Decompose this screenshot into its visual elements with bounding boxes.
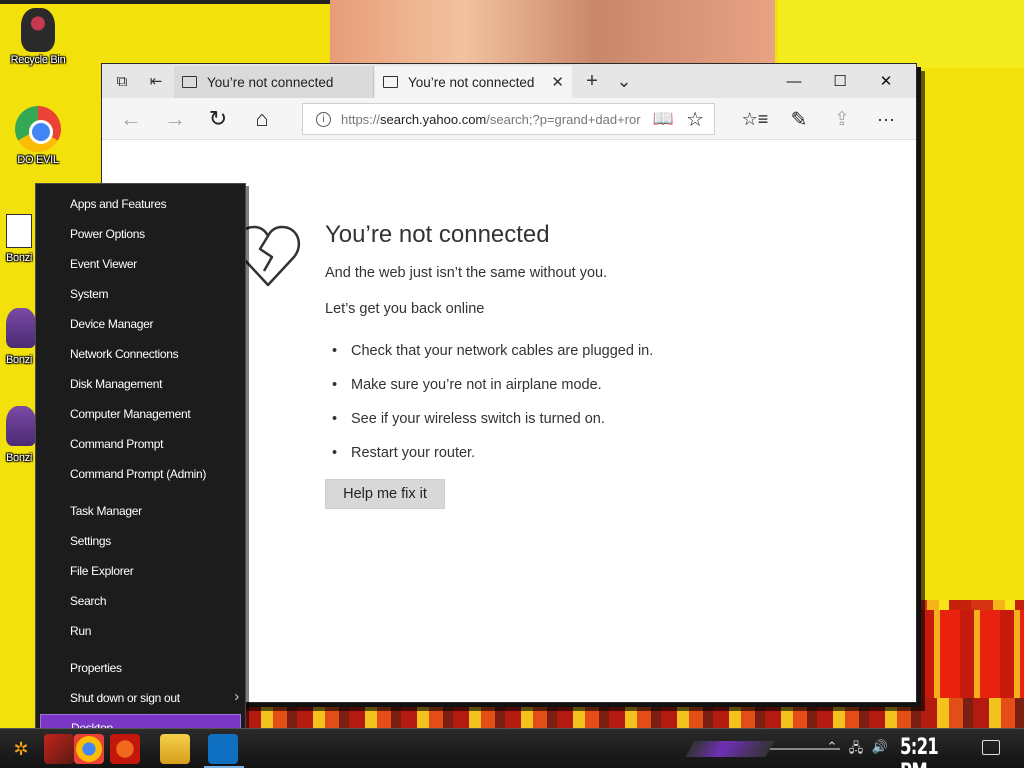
site-info-icon[interactable]: i <box>316 111 331 127</box>
menu-item-search[interactable]: Search <box>36 587 245 615</box>
taskbar-clock[interactable]: 5:21 PM <box>900 735 953 768</box>
menu-item-command-prompt[interactable]: Command Prompt <box>36 430 245 458</box>
network-disconnected-icon[interactable]: 🖧 <box>846 739 866 759</box>
page-icon <box>182 76 197 88</box>
wallpaper-panel <box>778 0 1024 68</box>
wallpaper-strip <box>0 0 330 4</box>
menu-item-device-manager[interactable]: Device Manager <box>36 310 245 338</box>
desktop-icon-bonzi-3[interactable]: Bonzi <box>0 406 36 464</box>
close-window-button[interactable]: ✕ <box>863 64 909 98</box>
menu-item-network-connections[interactable]: Network Connections <box>36 340 245 368</box>
menu-item-disk-management[interactable]: Disk Management <box>36 370 245 398</box>
desktop-icon-label: DO EVIL <box>17 154 59 166</box>
troubleshooting-list: Check that your network cables are plugg… <box>332 341 653 477</box>
menu-item-apps-and-features[interactable]: Apps and Features <box>36 190 245 218</box>
show-hidden-icons-chevron-icon[interactable]: ⌃ <box>822 739 842 759</box>
menu-item-task-manager[interactable]: Task Manager <box>36 497 245 525</box>
tab-bar: ⧉ ⇤ You’re not connected You’re not conn… <box>102 64 916 98</box>
address-bar[interactable]: i https:// search.yahoo.com /search;?p=g… <box>302 103 715 135</box>
tab-not-connected-2[interactable]: You’re not connected ✕ <box>375 66 572 98</box>
taskbar-decoration <box>685 741 775 757</box>
winx-power-menu: Apps and Features Power Options Event Vi… <box>35 183 246 743</box>
menu-item-run[interactable]: Run <box>36 617 245 645</box>
help-me-fix-it-button[interactable]: Help me fix it <box>325 479 445 509</box>
list-item: Restart your router. <box>332 443 653 477</box>
recycle-bin-icon <box>21 8 55 52</box>
url-host: search.yahoo.com <box>380 111 487 127</box>
action-center-icon[interactable] <box>982 740 1000 755</box>
tab-close-icon[interactable]: ✕ <box>551 73 564 91</box>
list-item: Make sure you’re not in airplane mode. <box>332 375 653 409</box>
desktop-icon-label: Bonzi <box>6 252 33 264</box>
menu-item-power-options[interactable]: Power Options <box>36 220 245 248</box>
tab-label: You’re not connected <box>207 74 334 90</box>
menu-item-shut-down[interactable]: Shut down or sign out › <box>36 684 245 712</box>
minimize-button[interactable]: — <box>771 64 817 98</box>
menu-item-properties[interactable]: Properties <box>36 654 245 682</box>
menu-item-settings[interactable]: Settings <box>36 527 245 555</box>
file-icon <box>6 214 32 248</box>
more-options-icon[interactable]: ··· <box>869 102 903 136</box>
desktop-icon-bonzi-2[interactable]: Bonzi <box>0 308 36 366</box>
url-path: /search;?p=grand+dad+ror <box>486 111 641 127</box>
bonzi-icon <box>6 406 36 446</box>
new-tab-button[interactable]: + <box>576 64 608 98</box>
favorites-hub-icon[interactable]: ☆≡ <box>738 102 772 136</box>
tab-list-chevron-icon[interactable]: ⌄ <box>608 64 640 98</box>
forward-button[interactable]: → <box>158 102 192 136</box>
desktop-icon-recycle-bin[interactable]: Recycle Bin <box>3 8 73 66</box>
bonzi-icon <box>6 308 36 348</box>
refresh-button[interactable]: ↻ <box>201 102 235 136</box>
menu-item-command-prompt-admin[interactable]: Command Prompt (Admin) <box>36 460 245 488</box>
share-icon[interactable]: ⇪ <box>825 102 859 136</box>
favorite-star-icon[interactable]: ☆ <box>686 107 704 132</box>
tab-label: You’re not connected <box>408 74 535 90</box>
list-item: Check that your network cables are plugg… <box>332 341 653 375</box>
desktop-icon-bonzi-1[interactable]: Bonzi <box>0 214 36 264</box>
desktop-icon-label: Bonzi <box>6 452 33 464</box>
error-title: You’re not connected <box>325 221 550 248</box>
desktop-icon-do-evil[interactable]: DO EVIL <box>3 106 73 166</box>
list-item: See if your wireless switch is turned on… <box>332 409 653 443</box>
web-note-pen-icon[interactable]: ✎ <box>782 102 816 136</box>
show-aside-tabs-icon[interactable]: ⇤ <box>140 64 172 98</box>
navigation-bar: ← → ↻ ⌂ i https:// search.yahoo.com /sea… <box>102 98 916 140</box>
reading-view-icon[interactable]: 📖 <box>653 109 674 129</box>
menu-item-file-explorer[interactable]: File Explorer <box>36 557 245 585</box>
menu-item-label: Shut down or sign out <box>70 691 180 705</box>
taskbar-app-3[interactable] <box>110 734 140 764</box>
set-aside-tabs-icon[interactable]: ⧉ <box>106 64 138 98</box>
maximize-button[interactable]: ☐ <box>817 64 863 98</box>
page-icon <box>383 76 398 88</box>
volume-icon[interactable]: 🔊 <box>870 739 890 759</box>
url-scheme: https:// <box>341 111 381 127</box>
error-subtitle-2: Let’s get you back online <box>325 301 485 317</box>
menu-item-event-viewer[interactable]: Event Viewer <box>36 250 245 278</box>
tab-not-connected-1[interactable]: You’re not connected <box>174 66 374 98</box>
desktop-icon-label: Bonzi <box>6 354 33 366</box>
back-button[interactable]: ← <box>114 102 148 136</box>
chrome-icon <box>15 106 61 152</box>
taskbar-edge-icon[interactable] <box>208 734 238 764</box>
menu-item-system[interactable]: System <box>36 280 245 308</box>
menu-item-computer-management[interactable]: Computer Management <box>36 400 245 428</box>
chevron-right-icon: › <box>234 688 239 705</box>
taskbar-chrome-icon[interactable] <box>74 734 104 764</box>
desktop-icon-label: Recycle Bin <box>10 54 66 66</box>
start-button[interactable]: ✲ <box>6 735 36 763</box>
taskbar: ✲ ⌃ 🖧 🔊 5:21 PM <box>0 728 1024 768</box>
taskbar-app-1[interactable] <box>44 734 74 764</box>
taskbar-file-explorer-icon[interactable] <box>160 734 190 764</box>
wallpaper-face <box>330 0 775 70</box>
home-button[interactable]: ⌂ <box>245 102 279 136</box>
error-subtitle: And the web just isn’t the same without … <box>325 265 608 281</box>
